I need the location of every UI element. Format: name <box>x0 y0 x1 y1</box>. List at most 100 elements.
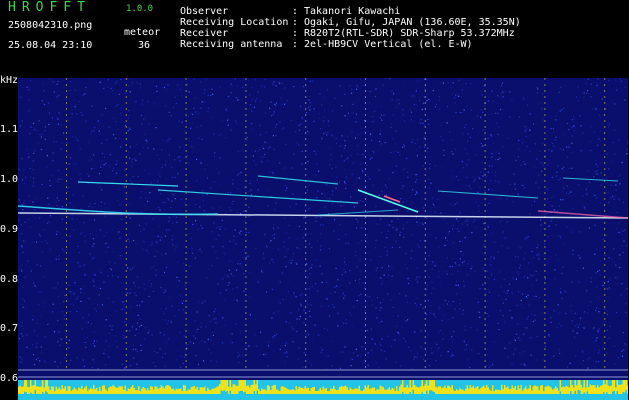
noise-speck <box>219 228 221 230</box>
noise-speck <box>126 292 129 294</box>
grid-dot <box>305 240 307 242</box>
level-peak <box>205 391 207 394</box>
noise-speck <box>200 322 202 324</box>
noise-speck <box>220 133 222 135</box>
noise-speck <box>167 328 169 330</box>
noise-speck <box>452 82 454 84</box>
noise-speck <box>22 328 24 330</box>
grid-dot <box>424 330 426 332</box>
grid-dot <box>125 300 127 302</box>
noise-speck <box>296 238 298 240</box>
level-peak <box>345 385 347 394</box>
noise-speck <box>115 121 117 123</box>
noise-speck <box>576 332 578 334</box>
noise-speck <box>606 153 608 155</box>
noise-speck <box>404 167 406 170</box>
grid-dot <box>125 156 127 158</box>
level-peak <box>583 380 585 393</box>
noise-speck <box>574 126 576 128</box>
noise-speck <box>23 169 25 171</box>
noise-speck <box>205 78 207 80</box>
grid-dot <box>305 252 307 254</box>
noise-speck <box>119 107 121 109</box>
noise-speck <box>568 146 570 148</box>
noise-speck <box>66 142 68 144</box>
noise-speck <box>451 150 453 153</box>
noise-speck <box>299 248 301 250</box>
noise-speck <box>419 331 421 333</box>
noise-speck <box>287 248 289 250</box>
noise-speck <box>395 165 398 167</box>
noise-speck <box>345 263 347 266</box>
noise-speck <box>275 85 277 87</box>
noise-speck <box>28 156 30 158</box>
noise-speck <box>499 310 501 312</box>
noise-speck <box>211 88 213 90</box>
grid-dot <box>484 240 486 242</box>
grid-dot <box>544 270 546 272</box>
noise-speck <box>135 328 137 330</box>
noise-speck <box>227 119 229 121</box>
noise-speck <box>530 354 532 356</box>
noise-speck <box>292 328 294 330</box>
noise-speck <box>124 321 126 323</box>
level-peak <box>73 387 75 394</box>
noise-speck <box>156 90 158 92</box>
noise-speck <box>135 159 137 162</box>
noise-speck <box>116 81 118 83</box>
noise-speck <box>72 292 74 294</box>
noise-speck <box>606 177 608 179</box>
grid-dot <box>424 360 426 362</box>
noise-speck <box>564 85 566 87</box>
noise-speck <box>46 155 48 157</box>
noise-speck <box>26 334 28 336</box>
noise-speck <box>395 240 397 242</box>
noise-speck <box>566 146 568 148</box>
level-peak <box>163 388 165 394</box>
level-peak <box>85 385 87 394</box>
noise-speck <box>260 156 262 158</box>
noise-speck <box>167 139 169 141</box>
grid-dot <box>544 276 546 278</box>
level-peak <box>436 387 438 394</box>
noise-speck <box>373 110 376 113</box>
noise-speck <box>486 270 488 272</box>
noise-speck <box>156 352 158 354</box>
noise-speck <box>280 97 282 99</box>
noise-speck <box>235 120 237 122</box>
noise-speck <box>450 304 452 306</box>
noise-speck <box>200 225 202 227</box>
noise-speck <box>447 301 450 303</box>
level-peak <box>363 389 365 394</box>
noise-speck <box>451 273 453 275</box>
noise-speck <box>36 264 38 266</box>
grid-dot <box>424 84 426 86</box>
noise-speck <box>129 128 131 130</box>
noise-speck <box>403 236 405 238</box>
grid-dot <box>66 174 67 176</box>
level-peak <box>456 389 458 394</box>
noise-speck <box>540 219 542 221</box>
noise-speck <box>324 131 326 133</box>
grid-dot <box>544 360 546 362</box>
app-version: 1.0.0 <box>126 4 154 14</box>
grid-dot <box>66 78 67 80</box>
noise-speck <box>390 151 392 154</box>
noise-speck <box>56 117 58 119</box>
noise-speck <box>490 365 492 367</box>
noise-speck <box>488 366 490 368</box>
noise-speck <box>50 216 52 218</box>
level-peak <box>394 391 396 394</box>
noise-speck <box>119 203 121 206</box>
noise-speck <box>149 192 151 194</box>
level-peak <box>403 387 405 394</box>
noise-speck <box>465 348 467 350</box>
noise-speck <box>344 271 347 273</box>
noise-speck <box>24 200 26 202</box>
noise-speck <box>237 150 239 152</box>
noise-speck <box>367 242 369 244</box>
noise-speck <box>112 301 114 303</box>
level-peak <box>253 380 255 392</box>
noise-speck <box>335 285 338 287</box>
noise-speck <box>268 341 270 343</box>
